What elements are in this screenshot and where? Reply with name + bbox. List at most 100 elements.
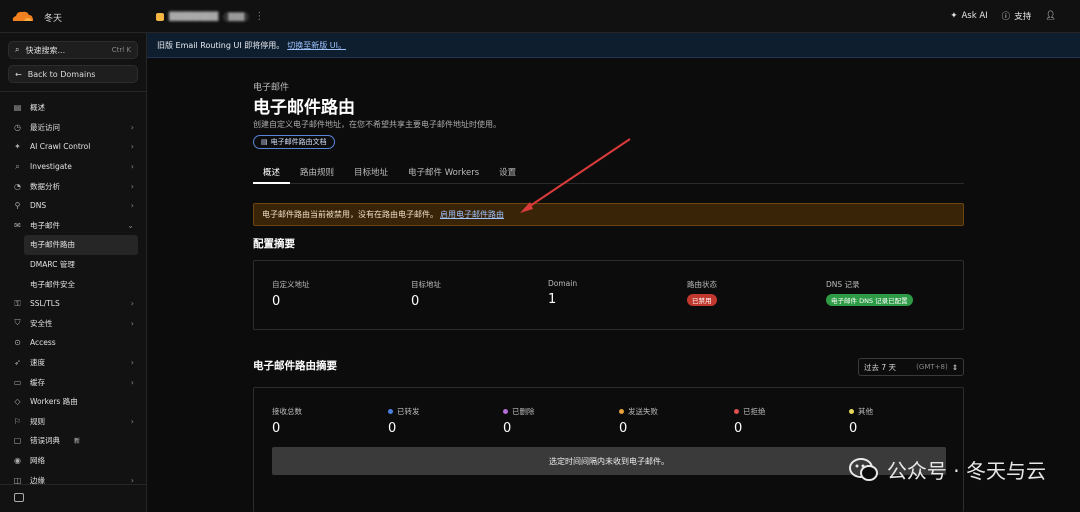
account-name[interactable]: 冬天 (44, 11, 62, 24)
page-breadcrumb[interactable]: 电子邮件 (253, 80, 289, 93)
sidebar-item[interactable]: ⚲ DNS › (0, 196, 146, 216)
domain-selector[interactable]: ████████ ███ ⋮ (156, 8, 264, 25)
stat-label: Domain (548, 279, 578, 288)
sidebar-item-label: 电子邮件 (30, 220, 60, 230)
sidebar-item-label: 概述 (30, 103, 45, 113)
watermark-text: 公众号 · 冬天与云 (886, 459, 1046, 483)
analytics-icon: ◔ (14, 181, 21, 191)
sidebar-item[interactable]: ▢ 错误词典 新 (0, 431, 146, 451)
empty-state-message: 选定时间间隔内未收到电子邮件。 (272, 447, 946, 475)
time-range-select[interactable]: 过去 7 天 (GMT+8) ⇕ (858, 358, 964, 376)
cloudflare-logo[interactable] (10, 9, 34, 23)
shield-icon: ⛉ (14, 318, 21, 328)
error-icon: ▢ (13, 436, 22, 446)
stat-label: 其他 (849, 406, 873, 417)
stat-label-text: 发送失败 (628, 407, 658, 416)
sidebar-item[interactable]: ◔ 数据分析 › (0, 176, 146, 196)
stat-value: 1 (548, 292, 557, 307)
sidebar-item[interactable]: ⛉ 安全性 › (0, 314, 146, 334)
sidebar-item-label: 缓存 (30, 377, 45, 387)
stat-label: 路由状态 (687, 280, 717, 289)
overview-icon: ▤ (13, 103, 22, 113)
sidebar-item-label: Investigate (30, 162, 72, 172)
sidebar-item[interactable]: ✦ AI Crawl Control › (0, 137, 146, 157)
sidebar-subitem[interactable]: 电子邮件路由 (24, 235, 138, 255)
dns-icon: ⚲ (14, 201, 21, 211)
sidebar-item[interactable]: ⚐ 规则 › (0, 412, 146, 432)
config-stat: 路由状态 已禁用 (687, 279, 717, 306)
tab[interactable]: 设置 (489, 162, 526, 184)
quick-search-input[interactable]: ⌕ 快速搜索... Ctrl K (8, 41, 138, 59)
stat-label: 已转发 (388, 406, 420, 417)
investigate-icon: ⌕ (15, 161, 20, 171)
sidebar-item-label: 错误词典 (30, 436, 60, 446)
sidebar-item[interactable]: ⚿ SSL/TLS › (0, 294, 146, 314)
sidebar-item-label: 网络 (30, 455, 45, 465)
config-stat: 自定义地址 0 (272, 279, 310, 309)
support-label: 支持 (1014, 12, 1032, 22)
config-stat: 目标地址 0 (411, 279, 441, 309)
search-shortcut: Ctrl K (111, 46, 131, 54)
sidebar-item[interactable]: ▭ 缓存 › (0, 372, 146, 392)
sidebar-item[interactable]: ⊙ Access (0, 333, 146, 353)
sidebar-item[interactable]: ◉ 网络 (0, 451, 146, 471)
sidebar-item-label: DNS (30, 201, 47, 211)
support-button[interactable]: ⓘ 支持 (1002, 10, 1032, 22)
stat-value: 0 (503, 421, 512, 436)
network-icon: ◉ (14, 455, 21, 465)
stat-value: 0 (388, 421, 397, 436)
legend-dot-icon (388, 409, 393, 414)
domain-name-redacted: ████████ (169, 12, 219, 21)
tab[interactable]: 目标地址 (344, 162, 398, 184)
sidebar-item[interactable]: ⌕ Investigate › (0, 157, 146, 177)
back-to-domains-button[interactable]: ← Back to Domains (8, 65, 138, 83)
docs-button[interactable]: ▤ 电子邮件路由文档 (253, 135, 335, 149)
stat-label: 已删除 (503, 406, 535, 417)
config-summary-title: 配置摘要 (253, 238, 295, 250)
routing-stat: 接收总数 0 (272, 406, 302, 436)
chevron-right-icon: › (130, 358, 134, 368)
sidebar-item[interactable]: ◇ Workers 路由 (0, 392, 146, 412)
sidebar-item[interactable]: ➶ 速度 › (0, 353, 146, 373)
chevron-right-icon: › (130, 416, 134, 426)
tab[interactable]: 路由规则 (290, 162, 344, 184)
sidebar-item-label: Workers 路由 (30, 397, 78, 407)
sidebar-subitem[interactable]: DMARC 管理 (0, 255, 146, 275)
sidebar-item[interactable]: ✉ 电子邮件 ⌄ (0, 216, 146, 236)
user-icon[interactable]: 👤︎ (1045, 11, 1056, 21)
enable-routing-link[interactable]: 启用电子邮件路由 (440, 209, 504, 220)
sparkle-icon: ✦ (950, 11, 958, 21)
tab[interactable]: 电子邮件 Workers (398, 162, 489, 184)
lock-icon: ⚿ (14, 298, 21, 308)
back-label: Back to Domains (27, 69, 96, 79)
switch-ui-link[interactable]: 切换至新版 UI。 (287, 40, 346, 51)
sidebar-divider (0, 91, 146, 92)
watermark: 公众号 · 冬天与云 (848, 455, 1046, 484)
ask-ai-button[interactable]: ✦ Ask AI (950, 11, 987, 21)
status-badge: 已禁用 (687, 294, 717, 306)
sidebar-subitem[interactable]: 电子邮件安全 (0, 274, 146, 294)
collapse-sidebar-icon[interactable] (14, 493, 24, 502)
access-icon: ⊙ (14, 338, 21, 348)
sidebar-item[interactable]: ◷ 最近访问 › (0, 118, 146, 138)
stat-value: 0 (619, 421, 628, 436)
config-summary-card: 自定义地址 0 目标地址 0 Domain 1 路由状态 已禁用 DNS 记录 电子邮件 DNS … (253, 260, 964, 330)
search-placeholder: 快速搜索... (25, 45, 66, 55)
warning-text: 电子邮件路由当前被禁用，没有在路由电子邮件。 (262, 210, 438, 219)
stat-label-text: 接收总数 (272, 407, 302, 416)
chevron-right-icon: › (130, 299, 134, 309)
routing-stat: 已拒绝 0 (734, 406, 766, 436)
chevron-right-icon: › (130, 377, 134, 387)
sidebar-item-label: 最近访问 (30, 122, 60, 132)
sidebar-item[interactable]: ▤ 概述 (0, 98, 146, 118)
more-vertical-icon[interactable]: ⋮ (254, 11, 264, 22)
tab[interactable]: 概述 (253, 162, 291, 184)
ask-ai-label: Ask AI (961, 11, 988, 21)
sidebar-item-label: SSL/TLS (30, 299, 60, 309)
domain-plan-badge: ███ (223, 11, 250, 22)
sidebar-item-label: 安全性 (30, 318, 53, 328)
routing-stat: 其他 0 (849, 406, 873, 436)
stat-label: 目标地址 (411, 280, 441, 289)
stat-label-text: 已转发 (397, 407, 420, 416)
wechat-icon (848, 457, 878, 481)
